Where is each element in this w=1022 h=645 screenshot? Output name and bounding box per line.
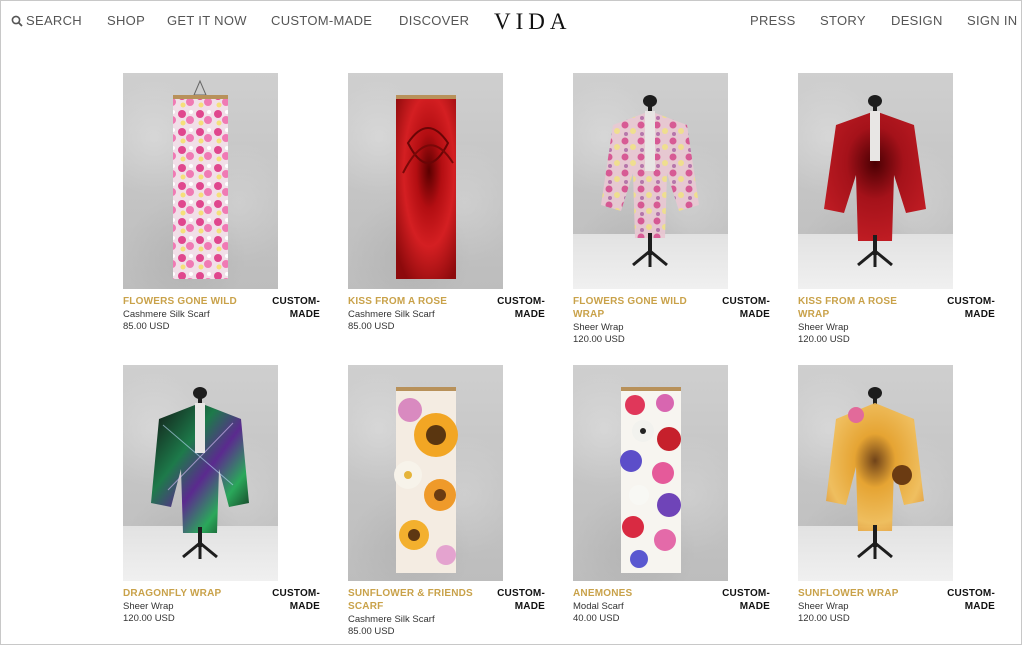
custom-made-tag: CUSTOM- MADE	[493, 587, 545, 613]
dragonfly-wrap-mannequin-icon	[151, 387, 249, 559]
product-card[interactable]: KISS FROM A ROSE Cashmere Silk Scarf 85.…	[348, 73, 548, 343]
product-title[interactable]: SUNFLOWER & FRIENDS SCARF	[348, 587, 476, 613]
product-title[interactable]: KISS FROM A ROSE	[348, 295, 476, 308]
product-price: 120.00 USD	[573, 334, 625, 345]
custom-made-line2: MADE	[514, 601, 545, 612]
product-price: 85.00 USD	[348, 626, 395, 637]
product-image[interactable]	[573, 73, 728, 289]
product-price: 120.00 USD	[798, 334, 850, 345]
product-grid: FLOWERS GONE WILD Cashmere Silk Scarf 85…	[1, 1, 1021, 645]
product-image[interactable]	[798, 365, 953, 581]
product-type: Cashmere Silk Scarf	[348, 309, 435, 320]
custom-made-tag: CUSTOM- MADE	[268, 587, 320, 613]
product-title[interactable]: FLOWERS GONE WILD WRAP	[573, 295, 701, 321]
product-title[interactable]: KISS FROM A ROSE WRAP	[798, 295, 926, 321]
custom-made-line2: MADE	[964, 309, 995, 320]
product-image[interactable]	[348, 365, 503, 581]
red-rose-scarf-icon	[396, 95, 456, 279]
custom-made-tag: CUSTOM- MADE	[943, 587, 995, 613]
product-price: 120.00 USD	[798, 613, 850, 624]
product-meta: SUNFLOWER & FRIENDS SCARF Cashmere Silk …	[348, 587, 548, 637]
product-type: Sheer Wrap	[123, 601, 174, 612]
product-type: Cashmere Silk Scarf	[123, 309, 210, 320]
custom-made-tag: CUSTOM- MADE	[268, 295, 320, 321]
product-type: Modal Scarf	[573, 601, 624, 612]
custom-made-tag: CUSTOM- MADE	[493, 295, 545, 321]
custom-made-line1: CUSTOM-	[722, 588, 770, 599]
custom-made-line1: CUSTOM-	[497, 296, 545, 307]
custom-made-line1: CUSTOM-	[272, 588, 320, 599]
product-image[interactable]	[348, 73, 503, 289]
product-card[interactable]: DRAGONFLY WRAP Sheer Wrap 120.00 USD CUS…	[123, 365, 323, 635]
custom-made-tag: CUSTOM- MADE	[718, 587, 770, 613]
product-type: Sheer Wrap	[798, 601, 849, 612]
custom-made-line1: CUSTOM-	[722, 296, 770, 307]
custom-made-line1: CUSTOM-	[272, 296, 320, 307]
product-meta: KISS FROM A ROSE WRAP Sheer Wrap 120.00 …	[798, 295, 998, 345]
custom-made-line2: MADE	[289, 601, 320, 612]
product-type: Cashmere Silk Scarf	[348, 614, 435, 625]
sunflower-wrap-mannequin-icon	[826, 387, 924, 559]
custom-made-line1: CUSTOM-	[947, 296, 995, 307]
custom-made-tag: CUSTOM- MADE	[718, 295, 770, 321]
product-image[interactable]	[123, 365, 278, 581]
product-price: 85.00 USD	[123, 321, 170, 332]
product-title[interactable]: ANEMONES	[573, 587, 701, 600]
product-image[interactable]	[573, 365, 728, 581]
product-price: 40.00 USD	[573, 613, 620, 624]
anemones-scarf-icon	[620, 387, 681, 573]
product-type: Sheer Wrap	[798, 322, 849, 333]
product-card[interactable]: FLOWERS GONE WILD WRAP Sheer Wrap 120.00…	[573, 73, 773, 345]
product-image[interactable]	[798, 73, 953, 289]
rose-wrap-mannequin-icon	[824, 95, 926, 267]
product-title[interactable]: FLOWERS GONE WILD	[123, 295, 251, 308]
product-meta: ANEMONES Modal Scarf 40.00 USD CUSTOM- M…	[573, 587, 773, 635]
custom-made-tag: CUSTOM- MADE	[943, 295, 995, 321]
product-card[interactable]: KISS FROM A ROSE WRAP Sheer Wrap 120.00 …	[798, 73, 998, 345]
custom-made-line1: CUSTOM-	[497, 588, 545, 599]
pink-floral-scarf-icon	[173, 79, 228, 279]
product-meta: DRAGONFLY WRAP Sheer Wrap 120.00 USD CUS…	[123, 587, 323, 635]
product-image[interactable]	[123, 73, 278, 289]
product-card[interactable]: FLOWERS GONE WILD Cashmere Silk Scarf 85…	[123, 73, 323, 343]
product-title[interactable]: SUNFLOWER WRAP	[798, 587, 926, 600]
sunflower-scarf-icon	[394, 387, 458, 573]
product-price: 85.00 USD	[348, 321, 395, 332]
product-card[interactable]: SUNFLOWER WRAP Sheer Wrap 120.00 USD CUS…	[798, 365, 998, 635]
product-card[interactable]: ANEMONES Modal Scarf 40.00 USD CUSTOM- M…	[573, 365, 773, 635]
custom-made-line2: MADE	[964, 601, 995, 612]
product-meta: KISS FROM A ROSE Cashmere Silk Scarf 85.…	[348, 295, 548, 343]
custom-made-line2: MADE	[739, 601, 770, 612]
custom-made-line1: CUSTOM-	[947, 588, 995, 599]
custom-made-line2: MADE	[514, 309, 545, 320]
product-price: 120.00 USD	[123, 613, 175, 624]
floral-wrap-mannequin-icon	[601, 95, 699, 267]
product-title[interactable]: DRAGONFLY WRAP	[123, 587, 251, 600]
product-meta: FLOWERS GONE WILD WRAP Sheer Wrap 120.00…	[573, 295, 773, 345]
custom-made-line2: MADE	[739, 309, 770, 320]
product-meta: FLOWERS GONE WILD Cashmere Silk Scarf 85…	[123, 295, 323, 343]
custom-made-line2: MADE	[289, 309, 320, 320]
product-type: Sheer Wrap	[573, 322, 624, 333]
product-meta: SUNFLOWER WRAP Sheer Wrap 120.00 USD CUS…	[798, 587, 998, 635]
product-card[interactable]: SUNFLOWER & FRIENDS SCARF Cashmere Silk …	[348, 365, 548, 637]
